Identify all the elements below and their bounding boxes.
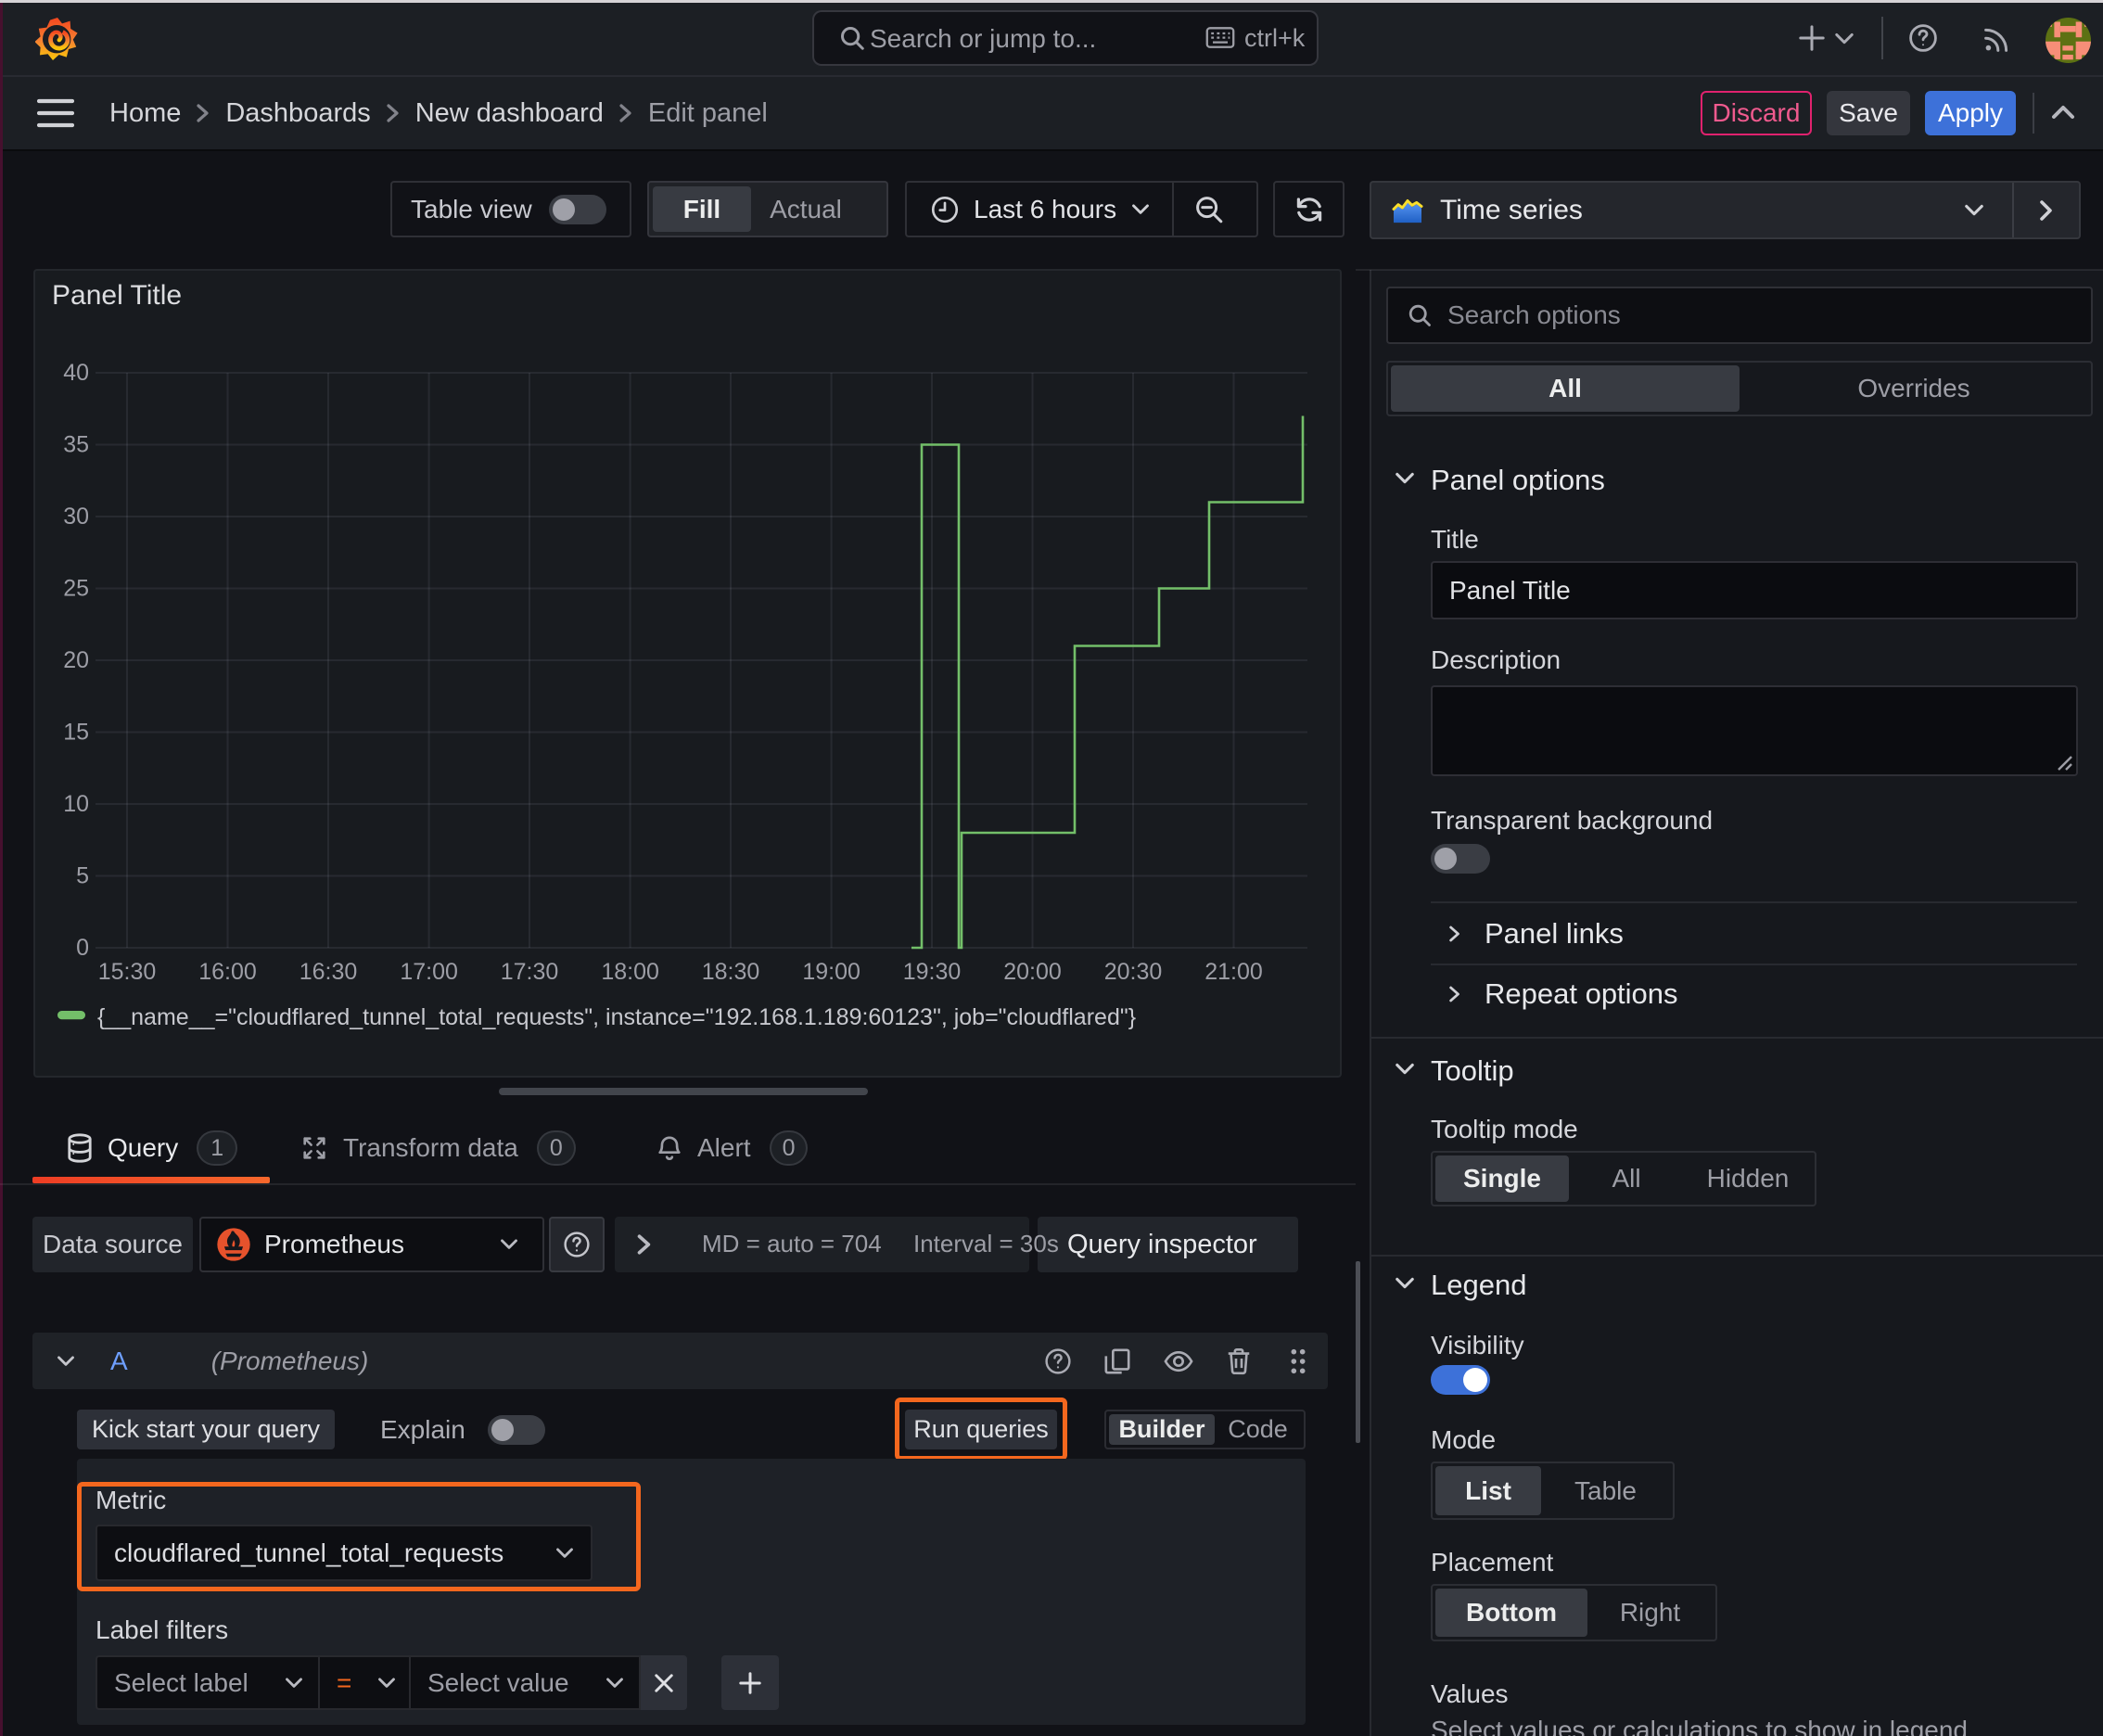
svg-text:20: 20 bbox=[63, 647, 89, 673]
svg-text:0: 0 bbox=[76, 935, 89, 961]
svg-text:18:00: 18:00 bbox=[601, 959, 659, 985]
svg-text:19:30: 19:30 bbox=[903, 959, 962, 985]
svg-text:17:30: 17:30 bbox=[501, 959, 559, 985]
svg-text:15:30: 15:30 bbox=[98, 959, 157, 985]
svg-text:20:30: 20:30 bbox=[1104, 959, 1163, 985]
svg-text:5: 5 bbox=[76, 863, 89, 889]
svg-text:{__name__="cloudflared_tunnel_: {__name__="cloudflared_tunnel_total_requ… bbox=[97, 1004, 1136, 1030]
svg-text:17:00: 17:00 bbox=[400, 959, 458, 985]
svg-text:15: 15 bbox=[63, 720, 89, 746]
svg-text:18:30: 18:30 bbox=[702, 959, 760, 985]
svg-text:19:00: 19:00 bbox=[802, 959, 860, 985]
svg-text:16:30: 16:30 bbox=[300, 959, 358, 985]
svg-text:30: 30 bbox=[63, 504, 89, 530]
svg-text:25: 25 bbox=[63, 576, 89, 602]
svg-text:10: 10 bbox=[63, 791, 89, 817]
svg-text:21:00: 21:00 bbox=[1204, 959, 1263, 985]
svg-text:16:00: 16:00 bbox=[198, 959, 257, 985]
svg-text:35: 35 bbox=[63, 432, 89, 458]
svg-text:40: 40 bbox=[63, 360, 89, 386]
svg-text:20:00: 20:00 bbox=[1003, 959, 1062, 985]
